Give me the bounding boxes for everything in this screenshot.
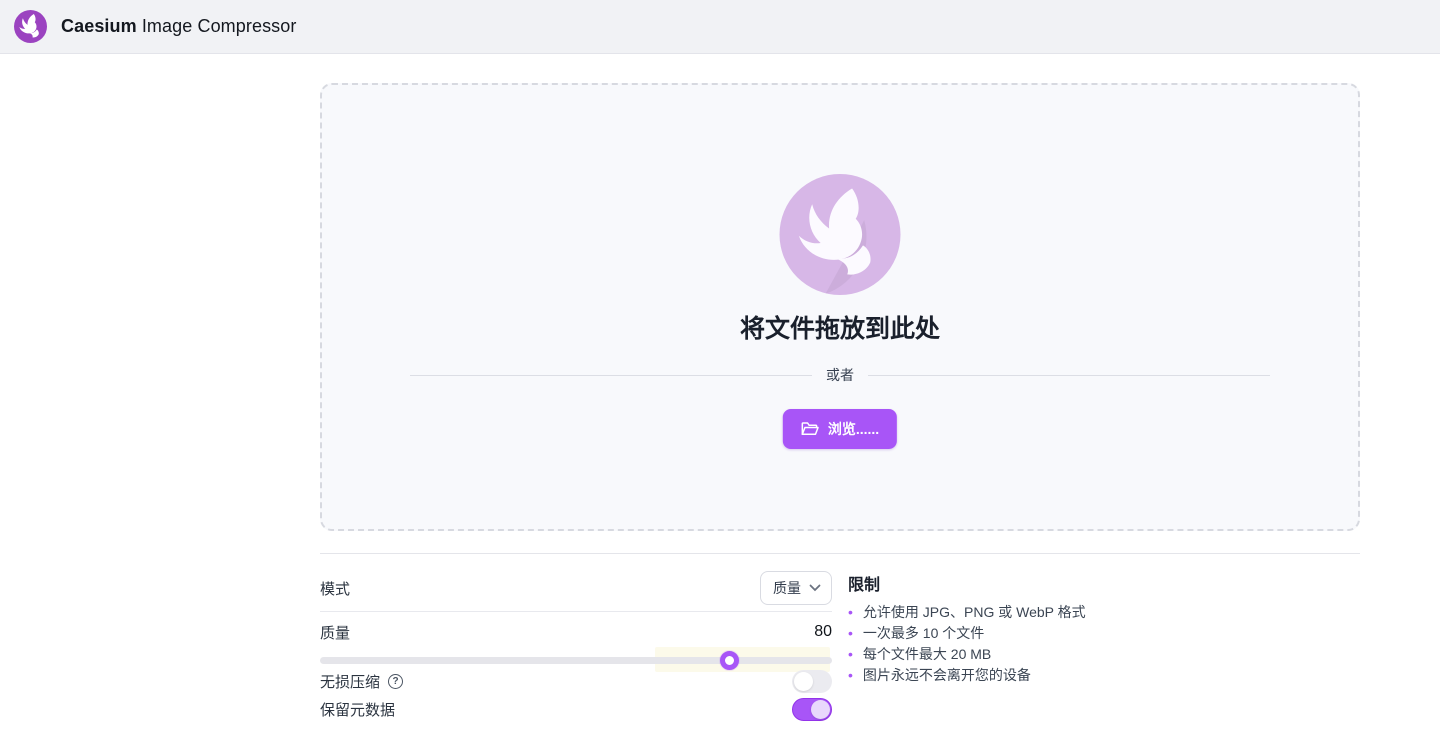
divider-line: [868, 374, 1270, 376]
metadata-toggle[interactable]: [792, 697, 832, 721]
slider-track[interactable]: [320, 657, 832, 664]
question-mark-icon[interactable]: ?: [388, 673, 404, 689]
limits-list: • 允许使用 JPG、PNG 或 WebP 格式 • 一次最多 10 个文件 •…: [848, 602, 1368, 686]
lossless-label: 无损压缩: [320, 673, 381, 691]
toggle-knob: [794, 671, 813, 691]
quality-slider[interactable]: [320, 651, 832, 670]
quality-row: 质量 80: [320, 622, 832, 642]
or-label: 或者: [826, 367, 854, 383]
app-title: Caesium Image Compressor: [61, 16, 297, 36]
settings-divider: [320, 611, 832, 612]
mode-row: 模式 质量: [320, 571, 832, 605]
mode-dropdown[interactable]: 质量: [760, 571, 832, 605]
caesium-bird-watermark-icon: [779, 174, 901, 295]
lossless-toggle[interactable]: [792, 669, 832, 693]
limit-item-text: 图片永远不会离开您的设备: [862, 667, 1031, 683]
toggle-knob: [811, 699, 830, 719]
bullet-icon: •: [848, 625, 853, 641]
limit-item-text: 每个文件最大 20 MB: [862, 646, 992, 662]
browse-button-label: 浏览......: [827, 421, 880, 437]
folder-open-icon: [801, 422, 819, 435]
app-header: Caesium Image Compressor: [0, 0, 1440, 54]
limit-item: • 一次最多 10 个文件: [848, 623, 1368, 644]
quality-label: 质量: [320, 624, 351, 642]
metadata-row: 保留元数据: [320, 697, 832, 721]
file-dropzone[interactable]: 将文件拖放到此处 或者 浏览......: [320, 83, 1360, 531]
limit-item-text: 一次最多 10 个文件: [862, 625, 985, 641]
limit-item: • 图片永远不会离开您的设备: [848, 665, 1368, 686]
limit-item: • 允许使用 JPG、PNG 或 WebP 格式: [848, 602, 1368, 623]
or-divider: 或者: [410, 365, 1270, 385]
mode-label: 模式: [320, 580, 351, 598]
limit-item: • 每个文件最大 20 MB: [848, 644, 1368, 665]
limit-item-text: 允许使用 JPG、PNG 或 WebP 格式: [862, 604, 1086, 620]
browse-button[interactable]: 浏览......: [782, 409, 898, 449]
slider-thumb[interactable]: [719, 651, 739, 670]
lossless-row: 无损压缩 ?: [320, 669, 832, 693]
metadata-label: 保留元数据: [320, 701, 396, 719]
dropzone-heading: 将文件拖放到此处: [739, 315, 940, 343]
quality-value: 80: [814, 623, 832, 640]
bullet-icon: •: [848, 604, 853, 620]
divider-line: [410, 374, 812, 376]
caesium-bird-icon: [14, 10, 47, 43]
chevron-down-icon: [809, 584, 821, 592]
limits-panel: 限制 • 允许使用 JPG、PNG 或 WebP 格式 • 一次最多 10 个文…: [848, 565, 1368, 686]
mode-selected-value: 质量: [773, 580, 801, 596]
bullet-icon: •: [848, 667, 853, 683]
section-divider: [320, 553, 1360, 554]
bullet-icon: •: [848, 646, 853, 662]
limits-heading: 限制: [848, 577, 881, 594]
